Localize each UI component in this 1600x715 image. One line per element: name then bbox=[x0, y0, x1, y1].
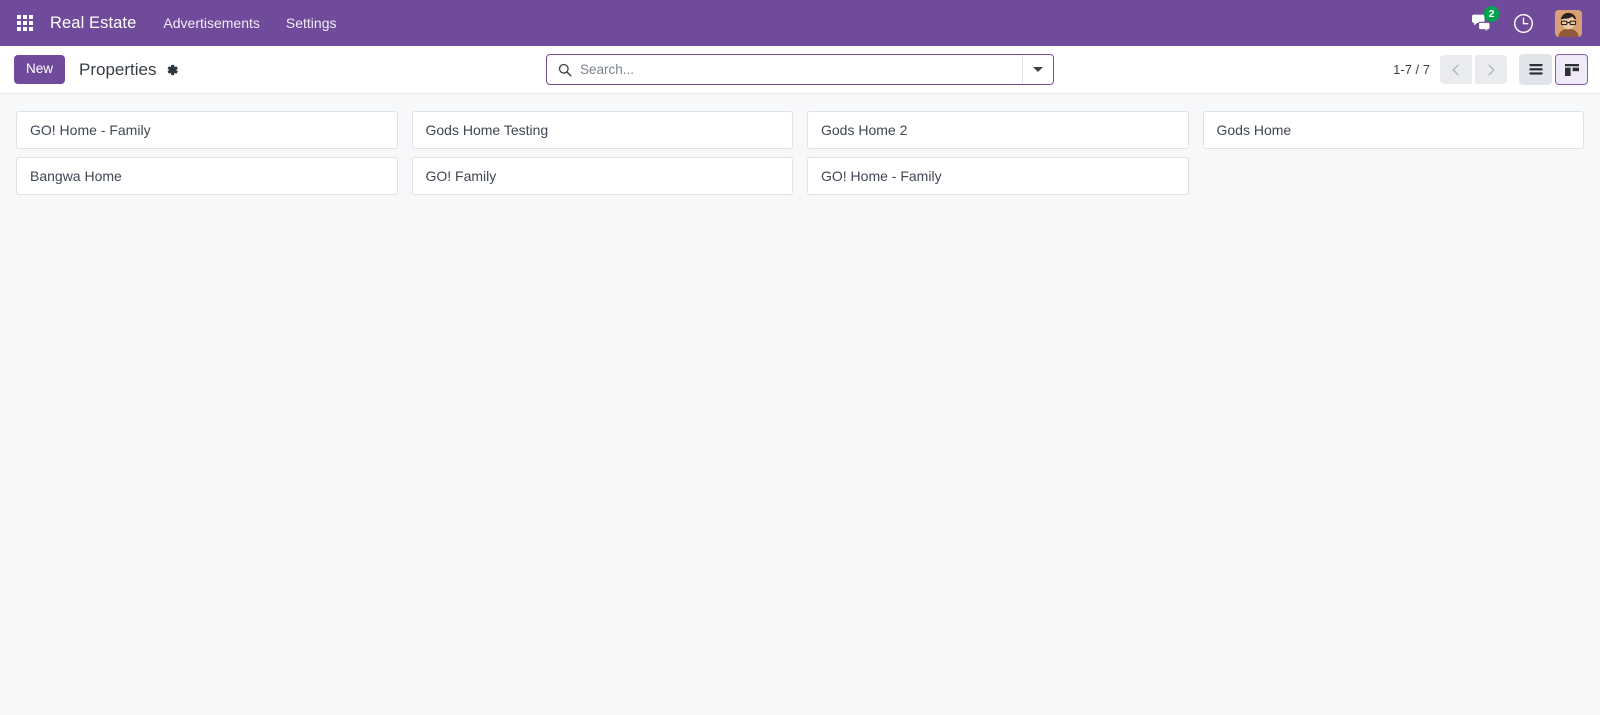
list-view-icon bbox=[1529, 63, 1542, 75]
apps-grid-icon bbox=[17, 15, 33, 31]
control-panel-right: 1-7 / 7 bbox=[1393, 54, 1588, 85]
kanban-card[interactable]: GO! Family bbox=[411, 157, 793, 195]
kanban-card[interactable]: GO! Home - Family bbox=[807, 157, 1189, 195]
menu-item-settings[interactable]: Settings bbox=[273, 0, 350, 46]
chevron-down-icon bbox=[1033, 67, 1043, 72]
control-panel: New Properties Search... 1-7 / 7 bbox=[0, 46, 1600, 94]
kanban-card-title: GO! Home - Family bbox=[821, 167, 942, 184]
apps-menu-button[interactable] bbox=[12, 10, 38, 36]
user-menu-button[interactable] bbox=[1545, 9, 1586, 37]
kanban-card-title: GO! Home - Family bbox=[30, 121, 151, 138]
chevron-right-icon bbox=[1488, 64, 1495, 75]
breadcrumb: Properties bbox=[79, 60, 178, 80]
kanban-card[interactable]: Bangwa Home bbox=[16, 157, 398, 195]
search-dropdown-toggle[interactable] bbox=[1022, 55, 1053, 84]
avatar bbox=[1555, 9, 1582, 37]
new-button[interactable]: New bbox=[14, 54, 66, 85]
kanban-card[interactable]: Gods Home 2 bbox=[807, 111, 1189, 149]
clock-icon bbox=[1514, 13, 1533, 33]
messages-button[interactable]: 2 bbox=[1460, 0, 1502, 46]
page-title: Properties bbox=[79, 59, 157, 79]
kanban-card-title: Gods Home Testing bbox=[425, 121, 549, 138]
kanban-card[interactable]: Gods Home bbox=[1202, 111, 1584, 149]
messages-count-badge: 2 bbox=[1484, 6, 1499, 22]
main-menu: Advertisements Settings bbox=[150, 0, 349, 46]
search-panel bbox=[546, 54, 1054, 85]
kanban-card[interactable]: Gods Home Testing bbox=[411, 111, 793, 149]
control-panel-left: New Properties bbox=[14, 54, 179, 85]
kanban-view: GO! Home - Family Gods Home Testing Gods… bbox=[0, 94, 1600, 715]
app-brand-name[interactable]: Real Estate bbox=[46, 14, 150, 33]
pager-previous-button[interactable] bbox=[1440, 55, 1472, 84]
search-icon bbox=[547, 55, 580, 84]
gear-icon[interactable] bbox=[165, 63, 179, 77]
kanban-card-title: Bangwa Home bbox=[30, 167, 122, 184]
kanban-card-title: GO! Family bbox=[425, 167, 497, 184]
kanban-view-button[interactable] bbox=[1555, 54, 1588, 85]
kanban-view-icon bbox=[1564, 63, 1579, 76]
kanban-card[interactable]: GO! Home - Family bbox=[16, 111, 398, 149]
pager: 1-7 / 7 bbox=[1393, 55, 1507, 84]
search-view[interactable] bbox=[546, 54, 1054, 85]
pager-value[interactable]: 1-7 / 7 bbox=[1393, 62, 1438, 77]
kanban-records-grid: GO! Home - Family Gods Home Testing Gods… bbox=[0, 104, 1600, 211]
pager-next-button[interactable] bbox=[1475, 55, 1507, 84]
view-switcher bbox=[1519, 54, 1588, 85]
search-input[interactable] bbox=[580, 55, 1022, 84]
kanban-card-title: Gods Home bbox=[1216, 121, 1292, 138]
list-view-button[interactable] bbox=[1519, 54, 1552, 85]
menu-item-advertisements[interactable]: Advertisements bbox=[150, 0, 272, 46]
activities-button[interactable] bbox=[1502, 0, 1545, 46]
kanban-card-title: Gods Home 2 bbox=[821, 121, 908, 138]
chevron-left-icon bbox=[1452, 64, 1459, 75]
navbar-systray: 2 bbox=[1460, 0, 1586, 46]
top-navbar: Real Estate Advertisements Settings 2 bbox=[0, 0, 1600, 46]
